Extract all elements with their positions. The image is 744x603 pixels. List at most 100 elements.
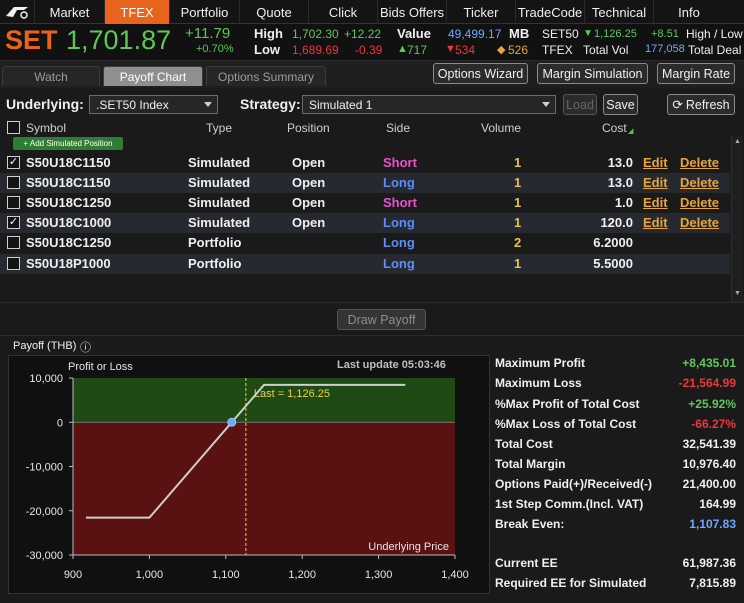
- high-change: +12.22: [344, 27, 382, 41]
- table-row[interactable]: S50U18C1250 Simulated Open Short 1 1.0 Edit Del…: [0, 193, 730, 213]
- summary-value: -66.27%: [691, 417, 736, 431]
- save-button[interactable]: Save: [603, 94, 638, 115]
- row-cost: 13.0: [607, 175, 633, 190]
- summary-value: 10,976.40: [682, 457, 736, 471]
- row-edit-link[interactable]: Edit: [643, 175, 668, 190]
- row-position: Open: [292, 155, 326, 170]
- set50-label: SET50: [542, 27, 579, 41]
- tab-watch[interactable]: Watch: [2, 66, 100, 86]
- load-button[interactable]: Load: [563, 94, 597, 115]
- decline-count: 534: [455, 43, 476, 57]
- nav-tab-tfex[interactable]: TFEX: [104, 0, 169, 24]
- margin-rate-button[interactable]: Margin Rate: [657, 63, 735, 84]
- nav-tab-market[interactable]: Market: [34, 0, 104, 24]
- high-low-label: High / Low: [686, 27, 743, 41]
- summary-label: Total Cost: [495, 437, 553, 451]
- row-checkbox[interactable]: ✓: [7, 156, 20, 169]
- row-checkbox[interactable]: [7, 196, 20, 209]
- top-nav: Market TFEX Portfolio Quote Click Bids O…: [0, 0, 744, 24]
- app-logo-icon: [0, 0, 34, 24]
- index-price: 1,701.87: [66, 25, 172, 55]
- nav-tab-click[interactable]: Click: [308, 0, 377, 24]
- underlying-select[interactable]: .SET50 Index: [89, 95, 218, 114]
- table-row[interactable]: ✓ S50U18C1150 Simulated Open Short 1 13.0 Edit D…: [0, 153, 730, 173]
- row-checkbox[interactable]: [7, 257, 20, 270]
- add-simulated-position-button[interactable]: + Add Simulated Position: [13, 137, 123, 150]
- summary-label: Current EE: [495, 556, 558, 570]
- strategy-label: Strategy:: [240, 96, 301, 112]
- nav-tab-bids-offers[interactable]: Bids Offers: [377, 0, 446, 24]
- summary-row: Total Margin 10,976.40: [495, 457, 736, 477]
- row-type: Simulated: [188, 175, 251, 190]
- nav-tab-tradecode[interactable]: TradeCode: [515, 0, 584, 24]
- row-symbol: S50U18C1150: [26, 175, 111, 190]
- options-wizard-button[interactable]: Options Wizard: [433, 63, 528, 84]
- row-type: Portfolio: [188, 256, 242, 271]
- row-cost: 120.0: [600, 215, 633, 230]
- info-icon[interactable]: ⓘ: [80, 339, 91, 355]
- underlying-value: .SET50 Index: [96, 97, 169, 112]
- row-symbol: S50U18C1250: [26, 235, 112, 250]
- strategy-select[interactable]: Simulated 1: [302, 95, 556, 114]
- row-volume: 1: [514, 215, 522, 230]
- nav-tab-technical[interactable]: Technical: [584, 0, 653, 24]
- scroll-down-icon[interactable]: ▼: [734, 290, 741, 297]
- row-checkbox[interactable]: ✓: [7, 216, 20, 229]
- col-cost: Cost: [602, 121, 627, 135]
- row-delete-link[interactable]: Delete: [680, 215, 719, 230]
- summary-row: %Max Profit of Total Cost +25.92%: [495, 397, 736, 417]
- nav-tab-info[interactable]: Info: [653, 0, 724, 24]
- last-update: Last update 05:03:46: [337, 359, 446, 371]
- summary-label: %Max Profit of Total Cost: [495, 397, 640, 411]
- table-row[interactable]: S50U18C1150 Simulated Open Long 1 13.0 Edit Del…: [0, 173, 730, 193]
- summary-value: +8,435.01: [682, 356, 736, 370]
- row-checkbox[interactable]: [7, 176, 20, 189]
- row-side: Short: [383, 155, 417, 170]
- row-side: Long: [383, 256, 415, 271]
- unchanged-diamond-icon: ◆: [497, 44, 506, 56]
- row-delete-link[interactable]: Delete: [680, 155, 719, 170]
- value-unit: MB: [509, 26, 530, 41]
- table-scrollbar[interactable]: ▲ ▼: [731, 136, 743, 302]
- row-edit-link[interactable]: Edit: [643, 195, 668, 210]
- nav-tab-quote[interactable]: Quote: [239, 0, 308, 24]
- row-position: Open: [292, 195, 326, 210]
- row-symbol: S50U18C1250: [26, 195, 112, 210]
- advance-count: 717: [407, 43, 428, 57]
- row-symbol: S50U18C1150: [26, 155, 111, 170]
- summary-label: 1st Step Comm.(Incl. VAT): [495, 497, 644, 511]
- row-side: Long: [383, 215, 415, 230]
- row-volume: 1: [514, 256, 522, 271]
- summary-value: 32,541.39: [682, 437, 736, 451]
- select-all-checkbox[interactable]: [7, 121, 20, 134]
- draw-payoff-button[interactable]: Draw Payoff: [337, 309, 426, 330]
- row-delete-link[interactable]: Delete: [680, 195, 719, 210]
- margin-simulation-button[interactable]: Margin Simulation: [537, 63, 648, 84]
- scroll-up-icon[interactable]: ▲: [734, 138, 741, 145]
- high-label: High: [254, 26, 283, 41]
- index-symbol: SET: [5, 25, 58, 55]
- summary-label: Options Paid(+)/Received(-): [495, 477, 653, 491]
- nav-tab-ticker[interactable]: Ticker: [446, 0, 515, 24]
- table-row[interactable]: S50U18C1250 Portfolio Long 2 6.2000: [0, 233, 730, 253]
- refresh-icon: ⟳: [672, 98, 683, 112]
- row-edit-link[interactable]: Edit: [643, 215, 668, 230]
- tab-options-summary[interactable]: Options Summary: [206, 66, 326, 86]
- summary-row: 1st Step Comm.(Incl. VAT) 164.99: [495, 497, 736, 517]
- table-row[interactable]: ✓ S50U18C1000 Simulated Open Long 1 120.0 Edit D…: [0, 213, 730, 233]
- strategy-value: Simulated 1: [309, 97, 373, 112]
- underlying-label: Underlying:: [6, 96, 84, 112]
- row-delete-link[interactable]: Delete: [680, 175, 719, 190]
- chevron-down-icon: [204, 102, 212, 107]
- refresh-button[interactable]: ⟳ Refresh: [667, 94, 735, 115]
- table-row[interactable]: S50U18P1000 Portfolio Long 1 5.5000: [0, 254, 730, 274]
- row-symbol: S50U18C1000: [26, 215, 112, 230]
- row-checkbox[interactable]: [7, 236, 20, 249]
- row-cost: 13.0: [607, 155, 633, 170]
- summary-label: %Max Loss of Total Cost: [495, 417, 637, 431]
- tab-payoff-chart[interactable]: Payoff Chart: [103, 66, 203, 86]
- payoff-chart-frame: [8, 355, 490, 594]
- row-edit-link[interactable]: Edit: [643, 155, 668, 170]
- nav-tab-portfolio[interactable]: Portfolio: [169, 0, 239, 24]
- row-side: Long: [383, 235, 415, 250]
